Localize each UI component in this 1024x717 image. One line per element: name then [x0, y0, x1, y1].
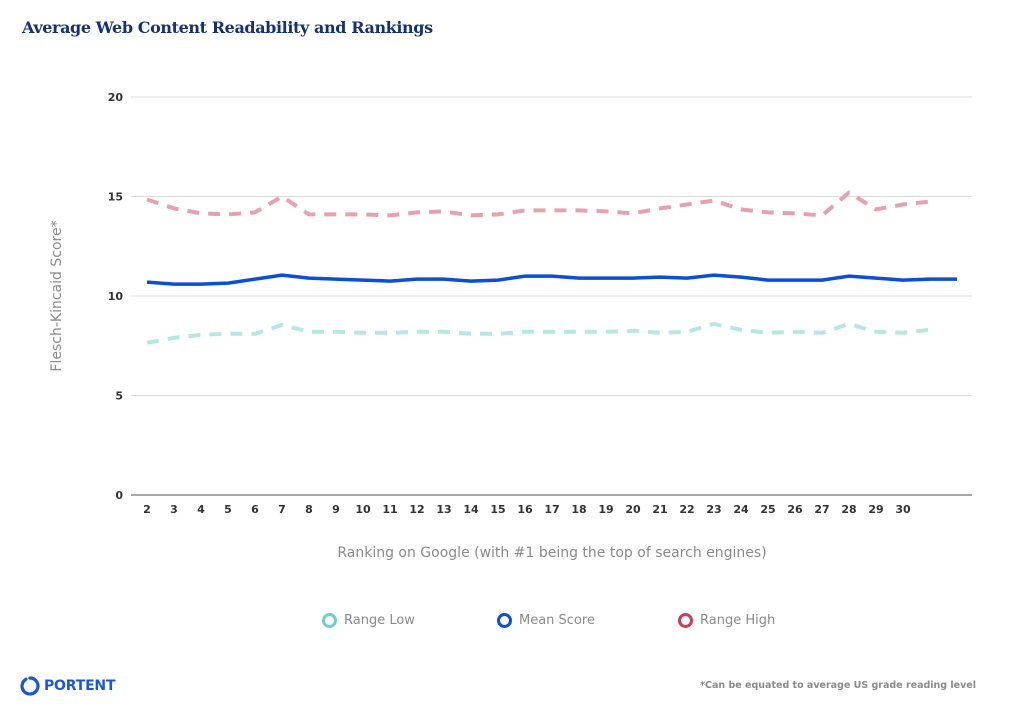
legend-label: Range High [700, 613, 776, 628]
x-tick-label: 21 [652, 503, 667, 516]
x-tick-label: 3 [170, 503, 178, 516]
portent-logo: PORTENT [20, 676, 115, 696]
y-axis-ticks: 0 5 10 15 20 [108, 91, 124, 502]
legend-label: Range Low [344, 613, 415, 628]
series-lines [146, 190, 957, 345]
line-chart: 05101520 2 3 4 5 6 7 8 9 10 11 12 13 14 15 16 17 18 19 20 2… [49, 91, 972, 516]
x-tick-label: 26 [787, 503, 803, 516]
legend-circle-icon [497, 613, 512, 628]
series-line-mean-score [146, 273, 957, 286]
x-tick-label: 7 [278, 503, 286, 516]
x-tick-label: 8 [305, 503, 313, 516]
x-tick-label: 20 [625, 503, 641, 516]
x-tick-label: 27 [814, 503, 829, 516]
y-tick-label: 15 [108, 191, 123, 204]
x-tick-label: 17 [544, 503, 559, 516]
x-tick-label: 29 [868, 503, 883, 516]
legend: Range Low Mean Score Range High [0, 613, 1024, 633]
x-tick-label: 18 [571, 503, 586, 516]
logo-text: PORTENT [44, 678, 116, 694]
x-tick-label: 28 [841, 503, 856, 516]
x-tick-label: 9 [332, 503, 340, 516]
x-tick-label: 13 [436, 503, 451, 516]
x-tick-label: 6 [251, 503, 259, 516]
y-tick-label: 0 [115, 489, 123, 502]
x-tick-label: 22 [679, 503, 694, 516]
x-tick-label: 24 [733, 503, 749, 516]
portent-logo-icon [20, 676, 40, 696]
legend-item-mean-score[interactable]: Mean Score [497, 613, 595, 628]
legend-item-range-high[interactable]: Range High [678, 613, 775, 628]
x-tick-label: 14 [463, 503, 479, 516]
legend-item-range-low[interactable]: Range Low [322, 613, 415, 628]
legend-label: Mean Score [519, 613, 595, 628]
x-tick-label: 15 [490, 503, 505, 516]
x-axis-ticks: 2 3 4 5 6 7 8 9 10 11 12 13 14 15 16 17 18 19 20 21 22 23 24 25… [143, 503, 911, 516]
x-tick-label: 4 [197, 503, 205, 516]
gridlines [131, 96, 972, 496]
legend-circle-icon [322, 613, 337, 628]
series-line-range-high [146, 190, 931, 218]
x-tick-label: 10 [355, 503, 371, 516]
y-axis-label: Flesch-Kincaid Score* [49, 220, 65, 371]
footnote: *Can be equated to average US grade read… [700, 680, 976, 691]
x-tick-label: 16 [517, 503, 533, 516]
x-tick-label: 5 [224, 503, 232, 516]
x-tick-label: 23 [706, 503, 721, 516]
x-tick-label: 2 [143, 503, 151, 516]
legend-circle-icon [678, 613, 693, 628]
x-axis-label: Ranking on Google (with #1 being the top… [337, 545, 767, 561]
x-tick-label: 12 [409, 503, 424, 516]
x-tick-label: 11 [382, 503, 397, 516]
series-line-range-low [146, 321, 931, 345]
y-tick-label: 5 [115, 390, 123, 403]
x-tick-label: 19 [598, 503, 613, 516]
y-tick-label: 10 [108, 290, 124, 303]
y-tick-label: 20 [108, 91, 124, 104]
x-tick-label: 25 [760, 503, 775, 516]
x-tick-label: 30 [895, 503, 911, 516]
